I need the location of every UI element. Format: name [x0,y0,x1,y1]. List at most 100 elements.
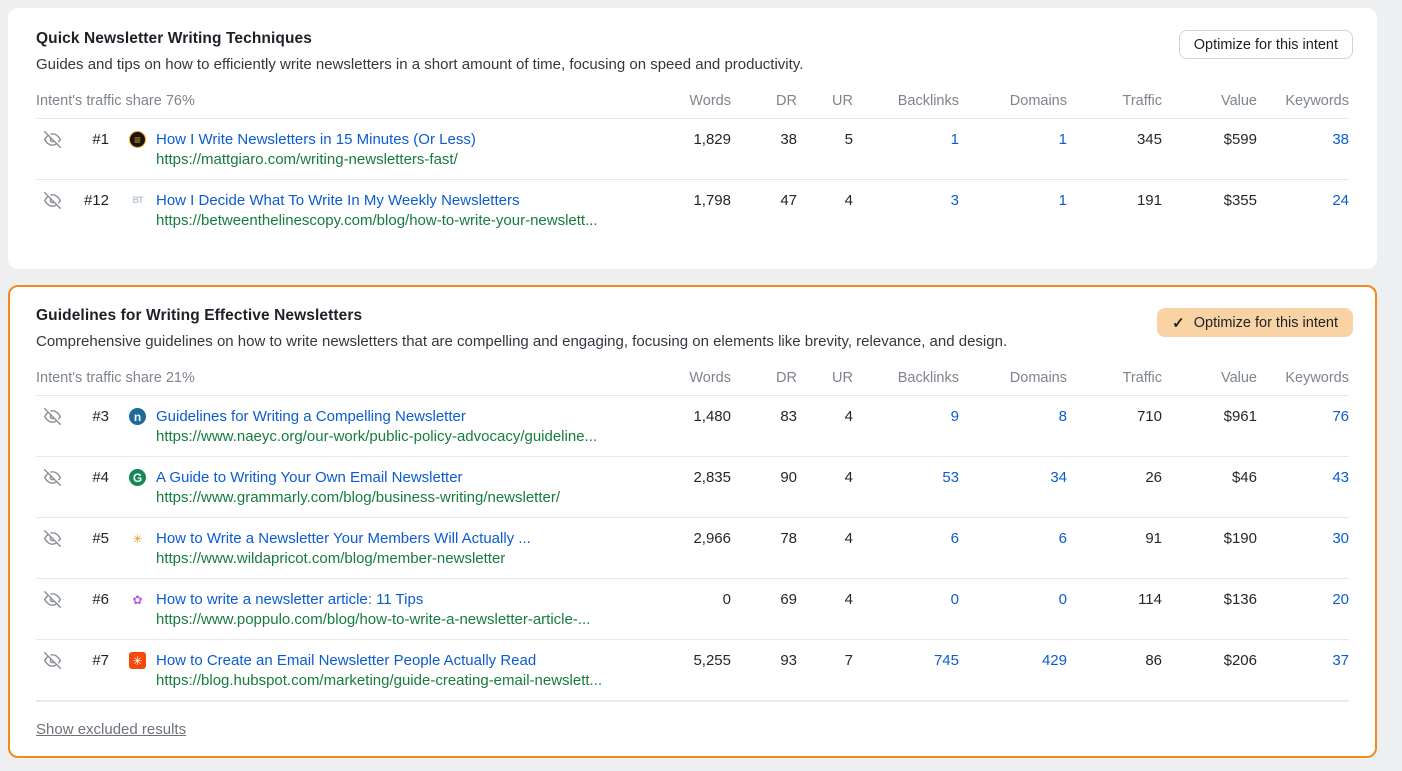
column-header-ur: UR [797,370,853,386]
result-url-link[interactable]: https://www.grammarly.com/blog/business-… [156,488,659,508]
column-header-words: Words [659,370,731,386]
domains-link[interactable]: 1 [959,129,1067,150]
result-main: A Guide to Writing Your Own Email Newsle… [156,467,659,508]
grammarly-favicon: G [129,469,146,486]
intent-description: Guides and tips on how to efficiently wr… [36,56,1349,73]
result-url-link[interactable]: https://blog.hubspot.com/marketing/guide… [156,671,659,691]
result-rank: #4 [61,467,109,488]
column-header-domains: Domains [959,93,1067,109]
optimize-button-label: Optimize for this intent [1194,37,1338,53]
dr-value: 47 [731,190,797,211]
backlinks-link[interactable]: 0 [853,589,959,610]
dr-value: 69 [731,589,797,610]
column-header-keywords: Keywords [1257,370,1349,386]
result-url-link[interactable]: https://www.naeyc.org/our-work/public-po… [156,427,659,447]
backlinks-link[interactable]: 6 [853,528,959,549]
backlinks-link[interactable]: 1 [853,129,959,150]
domains-link[interactable]: 6 [959,528,1067,549]
result-title-link[interactable]: How to Write a Newsletter Your Members W… [156,528,659,549]
optimize-button-label: Optimize for this intent [1194,315,1338,331]
ur-value: 7 [797,650,853,671]
result-main: Guidelines for Writing a Compelling News… [156,406,659,447]
result-title-link[interactable]: How I Write Newsletters in 15 Minutes (O… [156,129,659,150]
column-header-backlinks: Backlinks [853,93,959,109]
keywords-link[interactable]: 20 [1257,589,1349,610]
result-title-link[interactable]: Guidelines for Writing a Compelling News… [156,406,659,427]
words-value: 0 [659,589,731,610]
keywords-link[interactable]: 30 [1257,528,1349,549]
traffic-value: 86 [1067,650,1162,671]
result-url-link[interactable]: https://www.poppulo.com/blog/how-to-writ… [156,610,659,630]
keywords-link[interactable]: 37 [1257,650,1349,671]
column-header-dr: DR [731,93,797,109]
domains-link[interactable]: 0 [959,589,1067,610]
table-row: #6 ✿ How to write a newsletter article: … [36,579,1349,640]
eye-off-icon[interactable] [44,530,61,547]
traffic-value: 91 [1067,528,1162,549]
value-value: $190 [1162,528,1257,549]
result-title-link[interactable]: How I Decide What To Write In My Weekly … [156,190,659,211]
domains-link[interactable]: 8 [959,406,1067,427]
eye-off-icon[interactable] [44,408,61,425]
optimize-intent-button-selected[interactable]: ✓ Optimize for this intent [1157,308,1353,337]
wildapricot-favicon: ✳ [129,530,146,547]
backlinks-link[interactable]: 53 [853,467,959,488]
result-main: How I Decide What To Write In My Weekly … [156,190,659,231]
result-rank: #6 [61,589,109,610]
value-value: $355 [1162,190,1257,211]
value-value: $961 [1162,406,1257,427]
dr-value: 78 [731,528,797,549]
domains-link[interactable]: 34 [959,467,1067,488]
column-header-words: Words [659,93,731,109]
keywords-link[interactable]: 76 [1257,406,1349,427]
intent-title: Quick Newsletter Writing Techniques [36,30,1349,48]
eye-off-icon[interactable] [44,469,61,486]
eye-off-icon[interactable] [44,591,61,608]
value-value: $599 [1162,129,1257,150]
result-title-link[interactable]: A Guide to Writing Your Own Email Newsle… [156,467,659,488]
ur-value: 4 [797,467,853,488]
eye-off-icon[interactable] [44,192,61,209]
domains-link[interactable]: 1 [959,190,1067,211]
keywords-link[interactable]: 24 [1257,190,1349,211]
table-header-row: Intent's traffic share 21% Words DR UR B… [36,370,1349,396]
result-title-link[interactable]: How to Create an Email Newsletter People… [156,650,659,671]
result-url-link[interactable]: https://betweenthelinescopy.com/blog/how… [156,211,659,231]
eye-off-icon[interactable] [44,131,61,148]
result-main: How to Create an Email Newsletter People… [156,650,659,691]
keywords-link[interactable]: 43 [1257,467,1349,488]
column-header-keywords: Keywords [1257,93,1349,109]
column-header-ur: UR [797,93,853,109]
domains-link[interactable]: 429 [959,650,1067,671]
result-url-link[interactable]: https://mattgiaro.com/writing-newsletter… [156,150,659,170]
ur-value: 4 [797,589,853,610]
value-value: $136 [1162,589,1257,610]
result-main: How to write a newsletter article: 11 Ti… [156,589,659,630]
poppulo-favicon: ✿ [129,591,146,608]
words-value: 2,966 [659,528,731,549]
column-header-backlinks: Backlinks [853,370,959,386]
backlinks-link[interactable]: 3 [853,190,959,211]
naeyc-favicon: n [129,408,146,425]
table-row: #5 ✳ How to Write a Newsletter Your Memb… [36,518,1349,579]
eye-off-icon[interactable] [44,652,61,669]
traffic-value: 710 [1067,406,1162,427]
backlinks-link[interactable]: 745 [853,650,959,671]
traffic-value: 191 [1067,190,1162,211]
table-header-row: Intent's traffic share 76% Words DR UR B… [36,93,1349,119]
mattgiaro-favicon: ≡ [129,131,146,148]
keywords-link[interactable]: 38 [1257,129,1349,150]
column-header-value: Value [1162,370,1257,386]
table-row: #4 G A Guide to Writing Your Own Email N… [36,457,1349,518]
show-excluded-results-link[interactable]: Show excluded results [36,721,186,738]
optimize-intent-button[interactable]: Optimize for this intent [1179,30,1353,59]
ur-value: 4 [797,406,853,427]
value-value: $206 [1162,650,1257,671]
hubspot-favicon: ✳ [129,652,146,669]
result-url-link[interactable]: https://www.wildapricot.com/blog/member-… [156,549,659,569]
result-title-link[interactable]: How to write a newsletter article: 11 Ti… [156,589,659,610]
backlinks-link[interactable]: 9 [853,406,959,427]
words-value: 1,829 [659,129,731,150]
value-value: $46 [1162,467,1257,488]
table-row: #12 BT How I Decide What To Write In My … [36,180,1349,240]
